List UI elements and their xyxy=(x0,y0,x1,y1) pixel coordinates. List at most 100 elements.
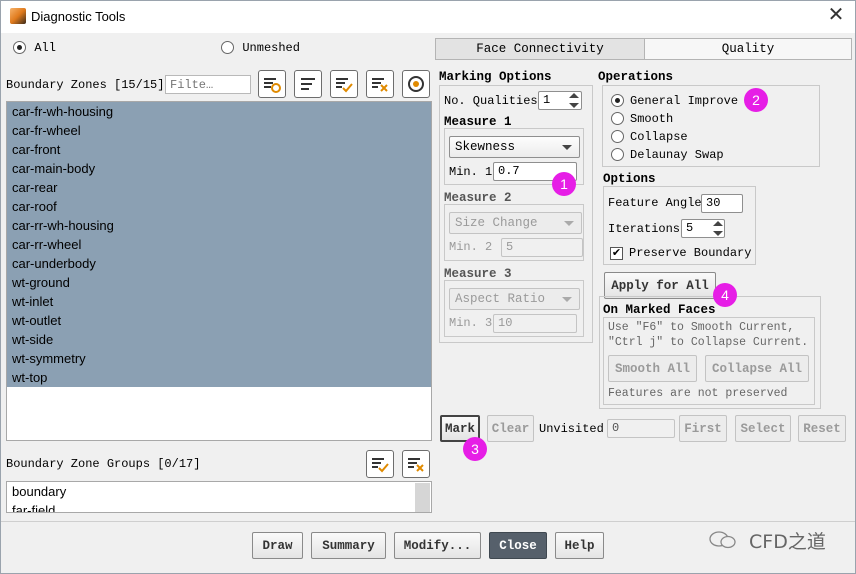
op-smooth-radio[interactable]: Smooth xyxy=(611,111,673,126)
iterations-label: Iterations xyxy=(608,222,681,236)
measure-3-value: Aspect Ratio xyxy=(455,292,546,306)
scope-all-radio[interactable]: All xyxy=(13,40,56,55)
tab-quality[interactable]: Quality xyxy=(644,38,852,60)
deselect-all-button[interactable] xyxy=(366,70,394,98)
zone-groups-list[interactable]: boundary far-field xyxy=(6,481,432,513)
list-item[interactable]: wt-outlet xyxy=(7,311,431,330)
list-item[interactable]: wt-ground xyxy=(7,273,431,292)
list-item[interactable]: boundary xyxy=(7,482,431,501)
list-item[interactable]: car-fr-wh-housing xyxy=(7,102,431,121)
groups-select-all-button[interactable] xyxy=(366,450,394,478)
radio-unselected-icon xyxy=(611,130,624,144)
summary-button[interactable]: Summary xyxy=(311,532,386,559)
apply-for-all-button[interactable]: Apply for All xyxy=(604,272,716,299)
list-item[interactable]: car-rr-wh-housing xyxy=(7,216,431,235)
op-collapse-radio[interactable]: Collapse xyxy=(611,129,688,144)
first-button[interactable]: First xyxy=(679,415,727,442)
close-button[interactable]: Close xyxy=(489,532,547,559)
min-2-label: Min. 2 xyxy=(449,240,493,254)
zone-filter-input[interactable] xyxy=(165,75,251,94)
feature-angle-field[interactable]: 30 xyxy=(701,194,743,213)
clear-button[interactable]: Clear xyxy=(487,415,534,442)
window-title: Diagnostic Tools xyxy=(31,9,126,24)
groups-scrollbar[interactable] xyxy=(415,483,430,512)
groups-deselect-all-button[interactable] xyxy=(402,450,430,478)
scope-all-label: All xyxy=(34,41,56,55)
min-3-field[interactable]: 10 xyxy=(493,314,577,333)
op-label: Smooth xyxy=(630,112,674,126)
op-label: Collapse xyxy=(630,130,688,144)
radio-selected-icon xyxy=(13,41,26,55)
measure-1-value: Skewness xyxy=(455,140,516,154)
scope-unmeshed-radio[interactable]: Unmeshed xyxy=(221,40,300,55)
reset-button[interactable]: Reset xyxy=(798,415,846,442)
preserve-boundary-label: Preserve Boundary xyxy=(629,246,752,260)
list-item[interactable]: wt-symmetry xyxy=(7,349,431,368)
modify-button[interactable]: Modify... xyxy=(394,532,481,559)
chevron-down-icon xyxy=(562,297,572,302)
unvisited-label: Unvisited xyxy=(539,422,604,436)
list-lines-icon xyxy=(301,78,315,90)
annotation-marker-1: 1 xyxy=(552,172,576,196)
marking-options-title: Marking Options xyxy=(439,70,552,84)
operations-title: Operations xyxy=(598,70,674,84)
op-label: General Improve xyxy=(630,94,739,108)
measure-2-value: Size Change xyxy=(455,216,538,230)
list-item[interactable]: car-roof xyxy=(7,197,431,216)
op-delaunay-swap-radio[interactable]: Delaunay Swap xyxy=(611,147,724,162)
measure-3-select[interactable]: Aspect Ratio xyxy=(449,288,580,310)
smooth-all-button[interactable]: Smooth All xyxy=(608,355,697,382)
footer-divider xyxy=(1,521,855,522)
list-item[interactable]: wt-side xyxy=(7,330,431,349)
measure-3-title: Measure 3 xyxy=(444,267,512,281)
select-all-button[interactable] xyxy=(330,70,358,98)
list-item[interactable]: car-underbody xyxy=(7,254,431,273)
pick-button[interactable] xyxy=(402,70,430,98)
measure-1-select[interactable]: Skewness xyxy=(449,136,580,158)
preserve-boundary-checkbox[interactable]: ✔ xyxy=(610,247,623,260)
hint-line-1: Use "F6" to Smooth Current, xyxy=(608,321,795,334)
close-icon[interactable]: ✕ xyxy=(825,5,847,27)
features-note: Features are not preserved xyxy=(608,387,788,400)
chevron-down-icon xyxy=(562,145,572,150)
help-button[interactable]: Help xyxy=(555,532,604,559)
chevron-down-icon xyxy=(564,221,574,226)
select-all-icon xyxy=(336,78,353,93)
target-icon xyxy=(408,76,424,92)
deselect-all-icon xyxy=(408,458,424,472)
measure-2-select[interactable]: Size Change xyxy=(449,212,582,234)
select-button[interactable]: Select xyxy=(735,415,791,442)
tab-face-connectivity[interactable]: Face Connectivity xyxy=(435,38,645,60)
radio-selected-icon xyxy=(611,94,624,108)
min-2-field[interactable]: 5 xyxy=(501,238,583,257)
list-item[interactable]: car-main-body xyxy=(7,159,431,178)
collapse-all-button[interactable]: Collapse All xyxy=(705,355,809,382)
annotation-marker-4: 4 xyxy=(713,283,737,307)
no-qualities-spinner[interactable] xyxy=(567,91,581,110)
op-label: Delaunay Swap xyxy=(630,148,724,162)
list-item[interactable]: car-rr-wheel xyxy=(7,235,431,254)
list-item[interactable]: car-fr-wheel xyxy=(7,121,431,140)
title-bar: Diagnostic Tools ✕ xyxy=(1,1,855,33)
draw-button[interactable]: Draw xyxy=(252,532,303,559)
list-item[interactable]: far-field xyxy=(7,501,431,512)
deselect-all-icon xyxy=(372,78,388,92)
options-title: Options xyxy=(603,172,656,186)
min-1-label: Min. 1 xyxy=(449,165,493,179)
list-item[interactable]: car-front xyxy=(7,140,431,159)
select-all-icon xyxy=(372,458,389,473)
zone-groups-label: Boundary Zone Groups [0/17] xyxy=(6,457,201,471)
list-item[interactable]: wt-top xyxy=(7,368,431,387)
op-general-improve-radio[interactable]: General Improve xyxy=(611,93,738,108)
list-item[interactable]: car-rear xyxy=(7,178,431,197)
select-by-type-button[interactable] xyxy=(258,70,286,98)
radio-unselected-icon xyxy=(611,148,624,162)
app-icon xyxy=(10,8,26,24)
list-item[interactable]: wt-inlet xyxy=(7,292,431,311)
unvisited-field[interactable]: 0 xyxy=(607,419,675,438)
feature-angle-label: Feature Angle xyxy=(608,196,702,210)
list-options-button[interactable] xyxy=(294,70,322,98)
radio-unselected-icon xyxy=(221,41,234,55)
boundary-zones-list[interactable]: car-fr-wh-housing car-fr-wheel car-front ca… xyxy=(6,101,432,441)
iterations-spinner[interactable] xyxy=(711,219,725,238)
